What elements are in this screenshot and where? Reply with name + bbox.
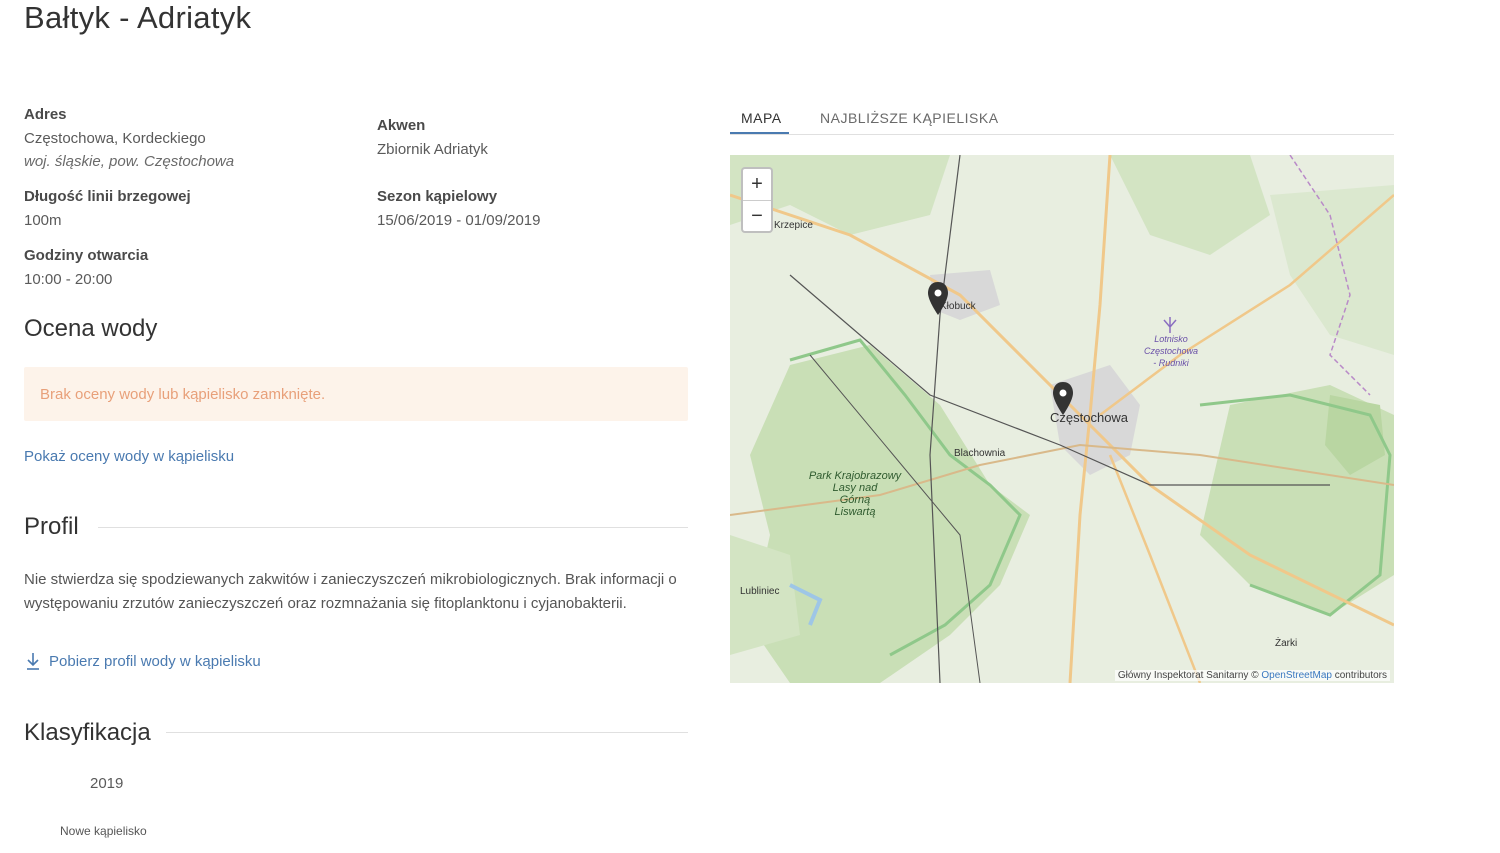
profile-divider xyxy=(98,527,688,528)
classification-status: Nowe kąpielisko xyxy=(60,824,147,838)
classification-divider xyxy=(166,732,688,733)
tab-map-indicator xyxy=(730,132,789,134)
water-quality-heading: Ocena wody xyxy=(24,315,158,342)
shore-length-label: Długość linii brzegowej xyxy=(24,188,191,205)
map-tabs: MAPA NAJBLIŻSZE KĄPIELISKA xyxy=(730,104,1394,135)
water-quality-alert: Brak oceny wody lub kąpielisko zamknięte… xyxy=(24,367,688,421)
water-body-value: Zbiornik Adriatyk xyxy=(377,141,488,158)
water-body-label: Akwen xyxy=(377,117,426,134)
zoom-out-button[interactable]: − xyxy=(743,201,771,232)
season-value: 15/06/2019 - 01/09/2019 xyxy=(377,212,541,229)
water-quality-alert-text: Brak oceny wody lub kąpielisko zamknięte… xyxy=(40,386,326,403)
season-label: Sezon kąpielowy xyxy=(377,188,498,205)
address-line2: woj. śląskie, pow. Częstochowa xyxy=(24,153,235,170)
opening-hours-value: 10:00 - 20:00 xyxy=(24,271,113,288)
zoom-in-button[interactable]: + xyxy=(743,169,771,201)
classification-year: 2019 xyxy=(90,775,124,792)
download-profile-label: Pobierz profil wody w kąpielisku xyxy=(49,652,261,670)
tab-map[interactable]: MAPA xyxy=(741,110,782,126)
classification-heading: Klasyfikacja xyxy=(24,719,151,746)
map-label-krzepice: Krzepice xyxy=(774,220,813,231)
shore-length-value: 100m xyxy=(24,212,62,229)
profile-heading: Profil xyxy=(24,513,79,540)
opening-hours-label: Godziny otwarcia xyxy=(24,247,149,264)
map-label-airport: Lotnisko Częstochowa - Rudniki xyxy=(1143,334,1199,368)
show-water-ratings-link[interactable]: Pokaż oceny wody w kąpielisku xyxy=(24,448,234,465)
map-label-blachownia: Blachownia xyxy=(954,448,1006,459)
address-label: Adres xyxy=(24,106,67,123)
map-label-czestochowa: Częstochowa xyxy=(1050,410,1129,425)
map-label-klobuck: Kłobuck xyxy=(940,301,976,312)
map-attribution: Główny Inspektorat Sanitarny © OpenStree… xyxy=(1114,670,1390,681)
map-label-lubliniec: Lubliniec xyxy=(740,586,780,597)
attribution-suffix: contributors xyxy=(1331,670,1387,681)
map-zoom-control: + − xyxy=(741,167,773,233)
map-label-zarki: Żarki xyxy=(1275,638,1298,649)
map-view[interactable]: Krzepice Kłobuck Częstochowa Blachownia … xyxy=(730,155,1394,683)
tab-nearest-beaches[interactable]: NAJBLIŻSZE KĄPIELISKA xyxy=(820,110,999,126)
download-arrow-icon xyxy=(27,653,39,670)
page-title: Bałtyk - Adriatyk xyxy=(24,0,252,35)
attribution-prefix: Główny Inspektorat Sanitarny © xyxy=(1117,670,1262,681)
map-label-park: Park Krajobrazowy Lasy nad Górną Liswart… xyxy=(808,470,902,518)
profile-text: Nie stwierdza się spodziewanych zakwitów… xyxy=(24,571,677,612)
download-profile-link[interactable]: Pobierz profil wody w kąpielisku xyxy=(24,650,261,672)
openstreetmap-link[interactable]: OpenStreetMap xyxy=(1261,670,1332,681)
address-line1: Częstochowa, Kordeckiego xyxy=(24,130,206,147)
